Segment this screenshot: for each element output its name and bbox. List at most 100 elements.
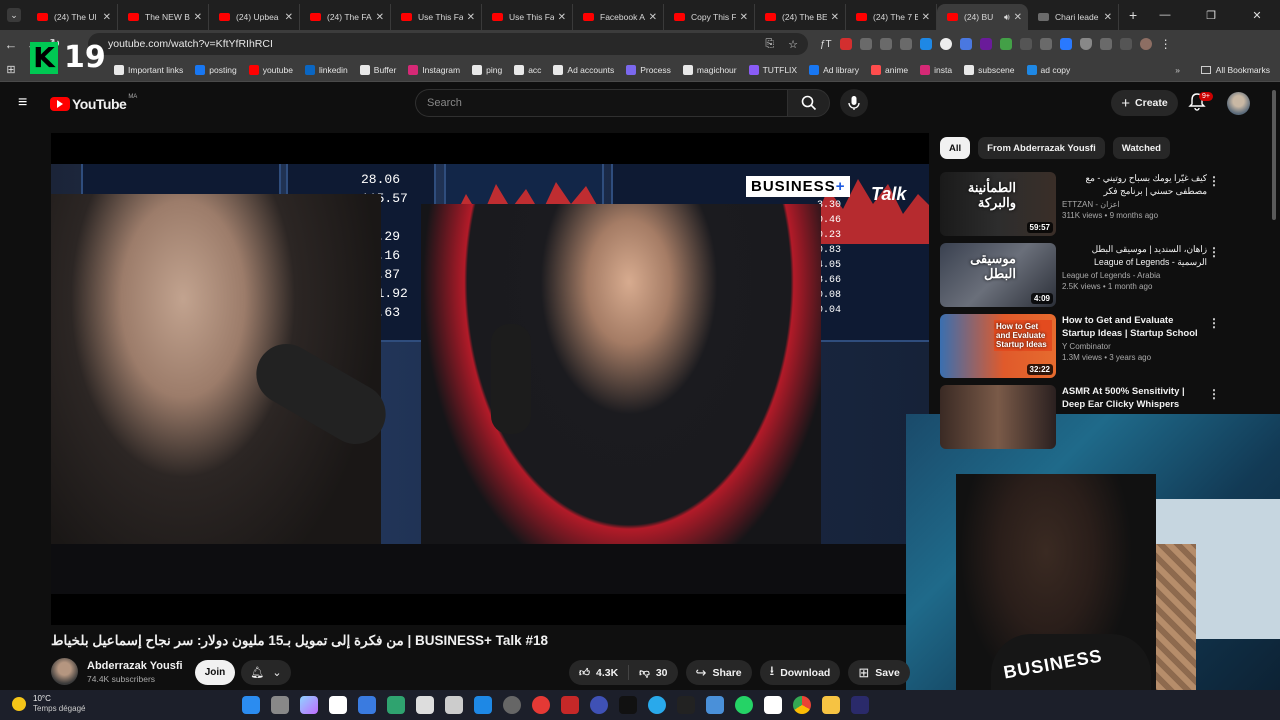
bookmark-item[interactable]: Instagram xyxy=(408,64,460,75)
close-tab-icon[interactable]: ✕ xyxy=(194,12,202,23)
browser-tab[interactable]: The NEW B ✕ xyxy=(118,4,209,30)
video-title[interactable]: زاهان، السنديد | موسيقى البطل الرسمية - … xyxy=(1062,243,1207,269)
dislike-button[interactable]: 👎︎ 30 xyxy=(629,666,677,680)
bookmark-item[interactable]: ad copy xyxy=(1026,64,1070,75)
app-red-icon[interactable] xyxy=(561,696,579,714)
browser-tab[interactable]: (24) The 7 B ✕ xyxy=(846,4,937,30)
close-tab-icon[interactable]: ✕ xyxy=(1104,12,1112,23)
new-tab-button[interactable]: + xyxy=(1129,7,1137,23)
bookmark-item[interactable]: Process xyxy=(626,64,671,75)
search-button[interactable] xyxy=(787,89,830,117)
close-tab-icon[interactable]: ✕ xyxy=(1014,12,1022,23)
more-options-icon[interactable]: ⋮ xyxy=(1208,245,1220,259)
tiktok-icon[interactable] xyxy=(619,696,637,714)
video-title[interactable]: ASMR At 500% Sensitivity | Deep Ear Clic… xyxy=(1062,385,1207,411)
browser-tab[interactable]: (24) The BE ✕ xyxy=(755,4,846,30)
ext-dark-icon[interactable] xyxy=(1019,38,1032,50)
bookmark-item[interactable]: acc xyxy=(514,64,541,75)
create-button[interactable]: + Create xyxy=(1111,90,1178,116)
profile-icon[interactable] xyxy=(1139,38,1152,50)
subscription-bell-button[interactable]: 🔔︎ ⌄ xyxy=(241,660,291,685)
share-button[interactable]: ↪ Share xyxy=(685,660,752,685)
channel-name[interactable]: Y Combinator xyxy=(1062,342,1207,351)
app-window-icon[interactable] xyxy=(416,696,434,714)
join-button[interactable]: Join xyxy=(195,660,235,685)
browser-tab[interactable]: Copy This F ✕ xyxy=(664,4,755,30)
app-leaf-icon[interactable] xyxy=(387,696,405,714)
filter-chip[interactable]: All xyxy=(940,137,971,159)
install-app-icon[interactable]: ⎘ xyxy=(765,38,774,51)
recommended-video[interactable]: How to Get and Evaluate Startup Ideas 32… xyxy=(940,314,1270,380)
whatsapp-icon[interactable] xyxy=(735,696,753,714)
ext-red-icon[interactable] xyxy=(839,38,852,50)
ext-white-icon[interactable] xyxy=(939,38,952,50)
save-button[interactable]: ⊞ Save xyxy=(848,660,910,685)
browser-tab[interactable]: Use This Fa ✕ xyxy=(391,4,482,30)
file-explorer-icon[interactable] xyxy=(822,696,840,714)
close-tab-icon[interactable]: ✕ xyxy=(922,12,930,23)
ext-puzzle-blue-icon[interactable] xyxy=(1059,38,1072,50)
apps-grid-icon[interactable]: ⊞ xyxy=(0,63,22,76)
recommended-video[interactable]: موسيقى البطل 4:09 زاهان، السنديد | موسيق… xyxy=(940,243,1270,309)
browser-tab[interactable]: Chari leade ✕ xyxy=(1028,4,1119,30)
settings-gear-icon[interactable] xyxy=(503,696,521,714)
more-options-icon[interactable]: ⋮ xyxy=(1208,387,1220,401)
app-c-icon[interactable] xyxy=(677,696,695,714)
more-options-icon[interactable]: ⋮ xyxy=(1208,174,1220,188)
channel-avatar[interactable] xyxy=(51,658,78,685)
ext-crop-icon[interactable] xyxy=(1039,38,1052,50)
youtube-logo[interactable]: YouTube MA xyxy=(50,94,137,112)
speaker-icon[interactable]: 🔊︎ xyxy=(1004,12,1010,23)
close-tab-icon[interactable]: ✕ xyxy=(103,12,111,23)
bookmark-item[interactable]: posting xyxy=(195,64,237,75)
ext-green-icon[interactable] xyxy=(999,38,1012,50)
bookmark-item[interactable]: subscene xyxy=(964,64,1015,75)
reading-list-icon[interactable] xyxy=(1119,38,1132,50)
bookmark-item[interactable]: insta xyxy=(920,64,952,75)
notion-icon[interactable] xyxy=(764,696,782,714)
more-options-icon[interactable]: ⋮ xyxy=(1208,316,1220,330)
ext-translate-icon[interactable] xyxy=(959,38,972,50)
app-db-icon[interactable] xyxy=(590,696,608,714)
photos-icon[interactable] xyxy=(706,696,724,714)
chrome-icon[interactable] xyxy=(793,696,811,714)
bookmark-item[interactable]: ping xyxy=(472,64,502,75)
account-avatar[interactable] xyxy=(1227,92,1250,115)
bookmark-item[interactable]: linkedin xyxy=(304,64,348,75)
app-calc-icon[interactable] xyxy=(445,696,463,714)
close-tab-icon[interactable]: ✕ xyxy=(831,12,839,23)
mail-icon[interactable] xyxy=(474,696,492,714)
url-field[interactable]: youtube.com/watch?v=KftYfRIhRCI ⎘ ☆ xyxy=(88,33,808,55)
recommended-video[interactable]: الطمأنينة والبركة 59:57 كيف غيّرا يومك ب… xyxy=(940,172,1270,238)
extensions-puzzle-icon[interactable] xyxy=(1099,38,1112,50)
video-thumbnail[interactable]: الطمأنينة والبركة 59:57 xyxy=(940,172,1056,236)
bookmark-star-icon[interactable]: ☆ xyxy=(788,38,798,51)
video-player[interactable]: 28.06115.578292.2912.1611.87131.9241.63 … xyxy=(51,133,929,625)
weather-widget[interactable]: 10°C Temps dégagé xyxy=(12,694,85,713)
video-thumbnail[interactable]: How to Get and Evaluate Startup Ideas 32… xyxy=(940,314,1056,378)
browser-tab[interactable]: (24) The FA ✕ xyxy=(300,4,391,30)
browser-tab[interactable]: (24) The Ul ✕ xyxy=(27,4,118,30)
browser-tab[interactable]: Facebook A ✕ xyxy=(573,4,664,30)
close-tab-icon[interactable]: ✕ xyxy=(558,12,566,23)
app-l-icon[interactable] xyxy=(329,696,347,714)
bookmark-item[interactable]: Ad library xyxy=(809,64,859,75)
channel-name[interactable]: ETTZAN - اعزان xyxy=(1062,200,1207,209)
ext-shield-icon[interactable] xyxy=(1079,38,1092,50)
video-thumbnail[interactable] xyxy=(940,385,1056,449)
task-view-icon[interactable] xyxy=(271,696,289,714)
recommended-video[interactable]: ASMR At 500% Sensitivity | Deep Ear Clic… xyxy=(940,385,1270,451)
video-thumbnail[interactable]: موسيقى البطل 4:09 xyxy=(940,243,1056,307)
minimize-icon[interactable]: — xyxy=(1142,9,1188,21)
close-tab-icon[interactable]: ✕ xyxy=(467,12,475,23)
browser-tab[interactable]: Use This Fa ✕ xyxy=(482,4,573,30)
search-input[interactable]: Search xyxy=(415,89,787,117)
bookmark-item[interactable]: anime xyxy=(871,64,908,75)
close-tab-icon[interactable]: ✕ xyxy=(285,12,293,23)
ext-grid-icon[interactable] xyxy=(899,38,912,50)
all-bookmarks-folder[interactable]: All Bookmarks xyxy=(1200,65,1270,75)
app-sync-icon[interactable] xyxy=(358,696,376,714)
close-tab-icon[interactable]: ✕ xyxy=(376,12,384,23)
channel-name[interactable]: Abderrazak Yousfi xyxy=(87,660,183,672)
ext-blue-icon[interactable] xyxy=(919,38,932,50)
